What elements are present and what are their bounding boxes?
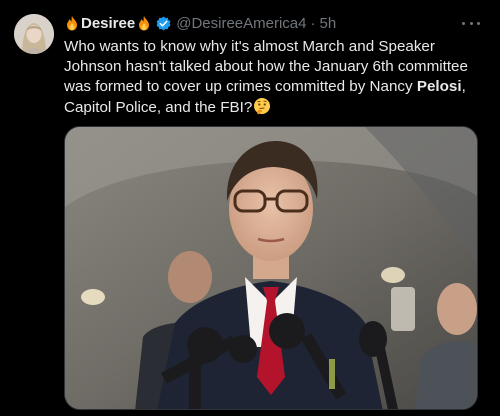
author-display-name[interactable]: Desiree [81,15,135,32]
more-options-icon[interactable] [462,14,480,32]
fire-emoji-icon [139,16,150,31]
tweet-header: Desiree @DesireeAmerica4 · 5h [64,13,336,33]
separator-dot: · [310,14,316,32]
tweet[interactable]: Desiree @DesireeAmerica4 · 5h Who wants … [0,0,500,416]
timestamp[interactable]: 5h [320,15,337,32]
avatar[interactable] [14,14,54,54]
tweet-text-part-1: Who wants to know why it's almost March … [64,38,468,95]
fire-emoji-icon [67,16,77,31]
verified-badge-icon[interactable] [155,15,172,32]
author-handle[interactable]: @DesireeAmerica4 [176,15,306,32]
tweet-text: Who wants to know why it's almost March … [64,37,488,118]
thinking-face-emoji-icon [254,98,271,115]
tweet-text-bold: Pelosi [416,78,462,95]
tweet-media-photo[interactable] [64,126,478,410]
